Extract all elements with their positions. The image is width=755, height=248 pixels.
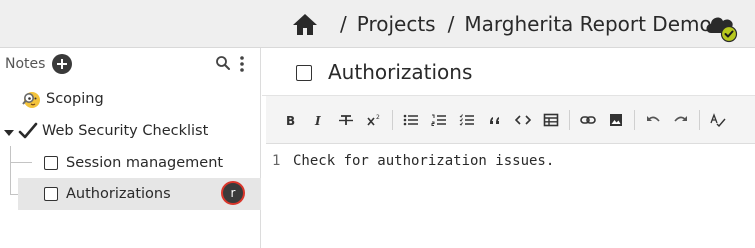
note-title[interactable]: Authorizations [328,60,472,84]
toolbar-divider [699,109,700,130]
note-editor-pane: Authorizations B I 2 1 Check for authori… [262,48,755,248]
top-bar: / Projects / Margherita Report Demo [0,0,755,48]
strikethrough-button[interactable] [332,106,360,134]
svg-text:2: 2 [376,114,380,121]
breadcrumb: / Projects / Margherita Report Demo [292,0,712,48]
magnifier-emoji-icon [22,89,42,109]
sidebar-item-web-security-checklist[interactable]: Web Security Checklist [4,116,208,146]
note-header: Authorizations [262,48,755,96]
breadcrumb-project-name[interactable]: Margherita Report Demo [464,12,711,36]
cloud-check-icon[interactable] [703,11,739,43]
editor-toolbar: B I 2 [266,96,755,144]
code-editor[interactable]: 1 Check for authorization issues. [266,145,755,248]
sidebar-item-label: Session management [66,155,224,171]
toolbar-divider [569,109,570,130]
sidebar-item-label: Web Security Checklist [42,123,209,139]
add-note-button[interactable] [52,54,72,74]
breadcrumb-projects[interactable]: Projects [357,12,436,36]
spellcheck-icon[interactable] [704,106,732,134]
breadcrumb-separator: / [447,12,455,36]
table-button[interactable] [537,106,565,134]
svg-text:I: I [314,114,321,127]
link-button[interactable] [574,106,602,134]
checkmark-icon [18,122,38,140]
notes-header: Notes [0,48,261,80]
undo-button[interactable] [639,106,667,134]
tree-connector [10,146,11,194]
notes-title: Notes [5,56,46,72]
tree-connector [10,162,32,163]
italic-button[interactable]: I [304,106,332,134]
user-avatar: r [221,181,245,205]
sidebar-item-label: Scoping [46,91,104,107]
breadcrumb-separator: / [340,12,347,36]
note-title-checkbox[interactable] [296,65,312,81]
line-number: 1 [272,153,281,169]
search-icon[interactable] [215,55,231,71]
image-button[interactable] [602,106,630,134]
notes-sidebar: Notes Scoping Web Security Checklist Ses… [0,48,261,248]
superscript-button[interactable]: 2 [360,106,388,134]
note-checkbox[interactable] [44,156,58,170]
more-options-icon[interactable] [238,55,246,73]
sidebar-item-label: Authorizations [66,186,171,202]
bullet-list-button[interactable] [397,106,425,134]
note-checkbox[interactable] [44,187,58,201]
home-icon[interactable] [292,11,320,37]
sidebar-item-scoping[interactable]: Scoping [22,84,104,114]
quote-button[interactable] [481,106,509,134]
numbered-list-button[interactable] [425,106,453,134]
toolbar-divider [634,109,635,130]
caret-down-icon[interactable] [4,126,14,136]
redo-button[interactable] [667,106,695,134]
svg-text:B: B [286,114,295,127]
editor-line[interactable]: Check for authorization issues. [293,153,554,169]
sidebar-item-session-management[interactable]: Session management [44,148,223,178]
bold-button[interactable]: B [276,106,304,134]
toolbar-divider [392,109,393,130]
task-list-button[interactable] [453,106,481,134]
code-button[interactable] [509,106,537,134]
